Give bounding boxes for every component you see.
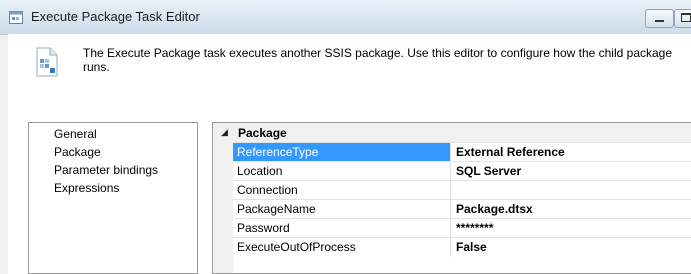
window-title: Execute Package Task Editor bbox=[31, 9, 200, 24]
nav-item-parameter-bindings[interactable]: Parameter bindings bbox=[54, 163, 158, 177]
nav-item-general[interactable]: General bbox=[54, 127, 97, 141]
package-document-icon bbox=[36, 47, 58, 77]
property-name: Password bbox=[233, 219, 451, 238]
property-value[interactable]: SQL Server bbox=[456, 162, 521, 181]
property-name: Location bbox=[233, 162, 451, 181]
minimize-button[interactable] bbox=[645, 9, 674, 28]
property-row-packagename[interactable]: PackageName Package.dtsx bbox=[233, 199, 691, 219]
property-name: ReferenceType bbox=[233, 143, 451, 162]
property-row-referencetype[interactable]: ReferenceType External Reference bbox=[233, 142, 691, 162]
category-label: Package bbox=[238, 126, 287, 140]
title-bar[interactable]: Execute Package Task Editor bbox=[0, 0, 691, 35]
nav-item-expressions[interactable]: Expressions bbox=[54, 181, 119, 195]
nav-panel: General Package Parameter bindings Expre… bbox=[28, 122, 198, 274]
grid-gutter bbox=[213, 123, 233, 273]
property-grid: ◢ Package ReferenceType External Referen… bbox=[212, 122, 691, 274]
nav-item-package[interactable]: Package bbox=[54, 145, 101, 159]
maximize-button[interactable] bbox=[674, 9, 691, 28]
property-row-connection[interactable]: Connection bbox=[233, 180, 691, 200]
property-value[interactable]: False bbox=[456, 238, 487, 257]
property-row-location[interactable]: Location SQL Server bbox=[233, 161, 691, 181]
property-row-password[interactable]: Password ******** bbox=[233, 218, 691, 238]
property-value[interactable]: ******** bbox=[456, 219, 493, 238]
app-icon bbox=[9, 11, 23, 24]
property-name: PackageName bbox=[233, 200, 451, 219]
property-value[interactable]: Package.dtsx bbox=[456, 200, 533, 219]
collapse-triangle-icon[interactable]: ◢ bbox=[221, 127, 228, 138]
property-row-executeoutofprocess[interactable]: ExecuteOutOfProcess False bbox=[233, 237, 691, 257]
category-row-package[interactable]: ◢ Package bbox=[213, 123, 691, 142]
property-name: ExecuteOutOfProcess bbox=[233, 238, 451, 257]
task-description: The Execute Package task executes anothe… bbox=[83, 46, 673, 74]
property-value[interactable]: External Reference bbox=[456, 143, 565, 162]
property-name: Connection bbox=[233, 181, 451, 200]
